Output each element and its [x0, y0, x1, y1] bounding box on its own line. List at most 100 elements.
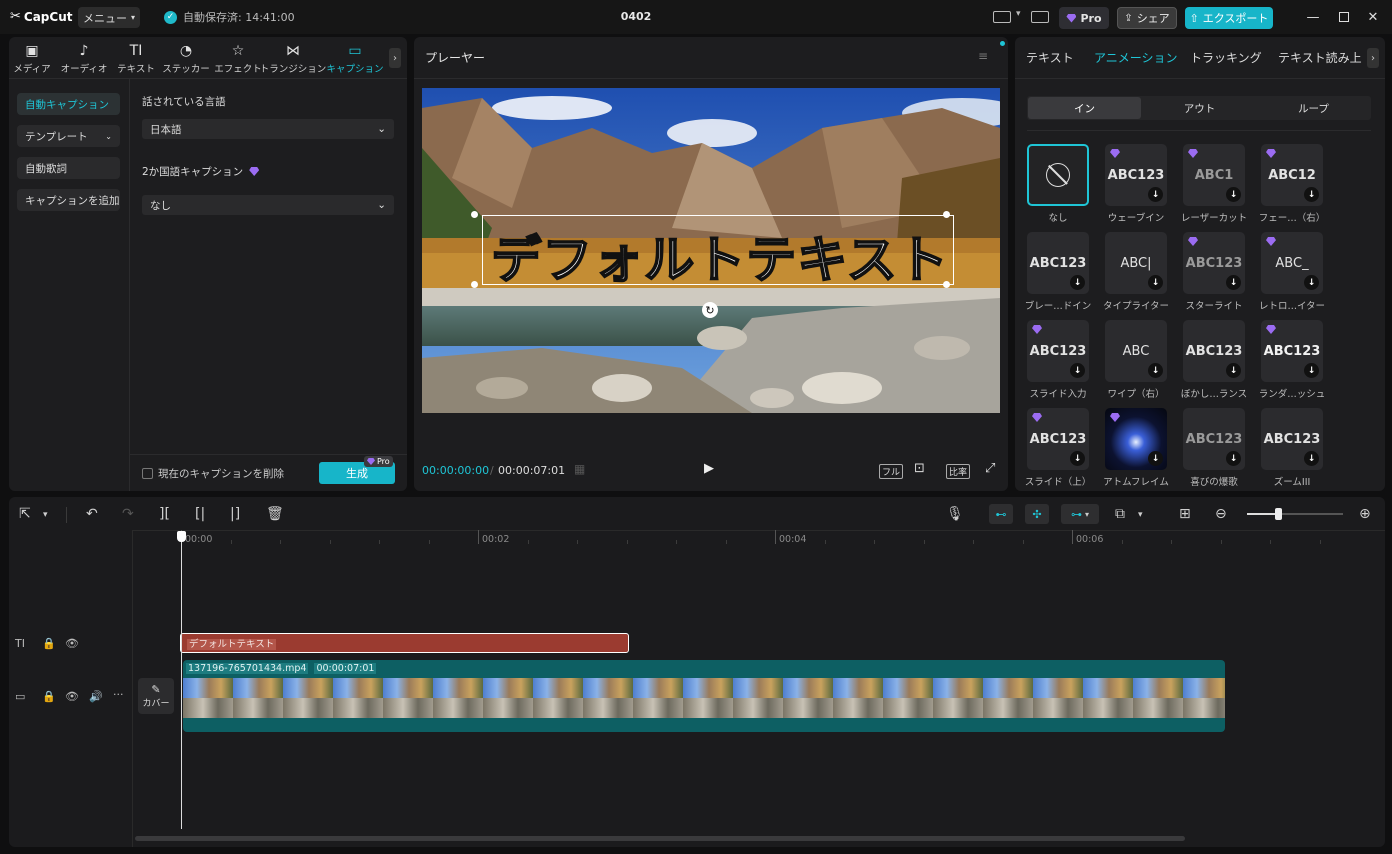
chevron-down-icon[interactable]: ▾ — [43, 510, 48, 520]
undo-icon[interactable]: ↶ — [86, 506, 98, 522]
bilingual-select[interactable]: なし ⌄ — [142, 195, 394, 215]
zoom-out-icon[interactable]: ⊖ — [1215, 506, 1227, 522]
effect-item[interactable]: ABC123 ↓ ズームIII — [1261, 408, 1323, 488]
effect-thumbnail[interactable]: ABC123 ↓ — [1183, 232, 1245, 294]
effect-item[interactable]: ABC123 ↓ 喜びの爆歌 — [1183, 408, 1245, 488]
tab-sticker[interactable]: ◔ ステッカー — [162, 43, 210, 75]
effect-item[interactable]: ABC123 ↓ スライド入力 — [1027, 320, 1089, 400]
tab-transition[interactable]: ⋈ トランジション — [260, 43, 327, 75]
chevron-down-icon[interactable]: ▾ — [1138, 510, 1143, 520]
side-auto-lyrics[interactable]: 自動歌詞 — [17, 157, 120, 179]
delete-caption-option[interactable]: 現在のキャプションを削除 — [142, 466, 284, 481]
ratio-button[interactable]: 比率 — [946, 464, 971, 479]
link-icon[interactable]: ⊶ ▾ — [1061, 504, 1099, 524]
tabs-next-button[interactable]: › — [1367, 48, 1379, 68]
tab-tracking[interactable]: トラッキング — [1190, 49, 1262, 66]
video-clip[interactable]: 137196-765701434.mp4 00:00:07:01 — [183, 660, 1225, 732]
trim-left-icon[interactable]: [| — [195, 506, 205, 522]
zoom-in-icon[interactable]: ⊕ — [1359, 506, 1371, 522]
download-icon[interactable]: ↓ — [1226, 275, 1241, 290]
split-icon[interactable]: ][ — [159, 506, 170, 522]
rotate-icon[interactable]: ↻ — [702, 302, 718, 318]
side-template[interactable]: テンプレート ⌄ — [17, 125, 120, 147]
main-track-magnet-icon[interactable]: ⊷ — [989, 504, 1013, 524]
effect-thumbnail[interactable]: ABC12 ↓ — [1261, 144, 1323, 206]
keyboard-icon[interactable] — [1031, 11, 1049, 23]
trim-right-icon[interactable]: |] — [230, 506, 240, 522]
resize-handle[interactable] — [471, 281, 478, 288]
effect-thumbnail[interactable]: ABC ↓ — [1105, 320, 1167, 382]
lock-icon[interactable]: 🔒 — [42, 637, 56, 650]
overlay-text[interactable]: デフォルトテキスト — [484, 220, 956, 292]
download-icon[interactable]: ↓ — [1070, 275, 1085, 290]
export-button[interactable]: ⇧ エクスポート — [1185, 7, 1273, 29]
chevron-down-icon[interactable]: ▾ — [1016, 9, 1021, 19]
effect-thumbnail[interactable]: ABC123 ↓ — [1105, 144, 1167, 206]
download-icon[interactable]: ↓ — [1148, 451, 1163, 466]
fullscreen-icon[interactable]: ⤢ — [985, 461, 995, 476]
preview-axis-icon[interactable]: ⧉ — [1115, 506, 1125, 522]
download-icon[interactable]: ↓ — [1070, 451, 1085, 466]
text-clip[interactable]: デフォルトテキスト — [180, 633, 629, 653]
full-quality-button[interactable]: フル — [879, 464, 904, 479]
download-icon[interactable]: ↓ — [1226, 451, 1241, 466]
microphone-icon[interactable]: 🎙 — [946, 506, 964, 522]
tab-audio[interactable]: ♪ オーディオ — [58, 43, 110, 75]
segment-out[interactable]: アウト — [1143, 97, 1256, 119]
effect-item[interactable]: ABC123 ↓ スターライト — [1183, 232, 1245, 312]
zoom-slider[interactable] — [1247, 513, 1343, 515]
side-auto-caption[interactable]: 自動キャプション — [17, 93, 120, 115]
effect-thumbnail[interactable]: ABC123 ↓ — [1027, 232, 1089, 294]
zoom-fit-icon[interactable]: ⊞ — [1179, 506, 1191, 522]
eye-icon[interactable]: 👁 — [65, 690, 79, 703]
effect-item[interactable]: ABC123 ↓ ブレー…ドイン — [1025, 232, 1091, 312]
effect-thumbnail[interactable]: ABC123 ↓ — [1261, 408, 1323, 470]
effect-item[interactable]: ABC123 ↓ ウェーブイン — [1105, 144, 1167, 224]
effect-item[interactable]: ↓ アトムフレイム — [1103, 408, 1169, 488]
redo-icon[interactable]: ↷ — [122, 506, 134, 522]
effect-item[interactable]: ABC1 ↓ レーザーカット — [1181, 144, 1247, 224]
hamburger-icon[interactable]: ≡ — [978, 49, 988, 63]
select-tool-icon[interactable]: ⇱ — [19, 506, 31, 522]
segment-loop[interactable]: ループ — [1257, 97, 1370, 119]
zoom-slider-handle[interactable] — [1275, 508, 1282, 520]
effect-item[interactable]: ABC12 ↓ フェー…（右） — [1259, 144, 1325, 224]
close-icon[interactable]: ✕ — [1365, 9, 1381, 25]
effect-thumbnail[interactable]: ABC123 ↓ — [1183, 408, 1245, 470]
segment-in[interactable]: イン — [1028, 97, 1141, 119]
download-icon[interactable]: ↓ — [1226, 363, 1241, 378]
video-preview[interactable]: デフォルトテキスト ↻ — [422, 88, 1000, 413]
effect-thumbnail[interactable]: ABC123 ↓ — [1183, 320, 1245, 382]
volume-icon[interactable]: 🔊 — [89, 690, 103, 703]
eye-icon[interactable]: 👁 — [65, 637, 79, 650]
effect-item[interactable]: なし — [1027, 144, 1089, 224]
effect-thumbnail[interactable]: ABC1 ↓ — [1183, 144, 1245, 206]
effect-thumbnail[interactable]: ABC_ ↓ — [1261, 232, 1323, 294]
cover-button[interactable]: ✎ カバー — [138, 678, 174, 714]
download-icon[interactable]: ↓ — [1304, 451, 1319, 466]
effect-thumbnail[interactable] — [1027, 144, 1089, 206]
grid-icon[interactable]: ▦ — [574, 462, 585, 476]
pro-button[interactable]: Pro — [1059, 7, 1109, 29]
download-icon[interactable]: ↓ — [1148, 275, 1163, 290]
tab-text-to-speech[interactable]: テキスト読み上 — [1278, 49, 1362, 66]
download-icon[interactable]: ↓ — [1226, 187, 1241, 202]
project-name[interactable]: 0402 — [600, 10, 672, 23]
playhead[interactable] — [181, 537, 182, 829]
download-icon[interactable]: ↓ — [1148, 187, 1163, 202]
effect-item[interactable]: ABC_ ↓ レトロ…イター — [1259, 232, 1325, 312]
effect-thumbnail[interactable]: ABC123 ↓ — [1027, 320, 1089, 382]
download-icon[interactable]: ↓ — [1148, 363, 1163, 378]
minimize-icon[interactable]: — — [1305, 9, 1321, 25]
horizontal-scrollbar[interactable] — [135, 836, 1185, 841]
side-add-caption[interactable]: キャプションを追加 — [17, 189, 120, 211]
effect-item[interactable]: ABC123 ↓ ランダ…ッシュ — [1259, 320, 1325, 400]
playhead-handle[interactable] — [177, 531, 186, 542]
resize-handle[interactable] — [943, 211, 950, 218]
effect-thumbnail[interactable]: ABC| ↓ — [1105, 232, 1167, 294]
layout-icon[interactable] — [993, 11, 1011, 23]
menu-button[interactable]: メニュー ▾ — [78, 7, 140, 28]
tab-media[interactable]: ▣ メディア — [13, 43, 51, 75]
tab-effect[interactable]: ☆ エフェクト — [214, 43, 262, 75]
delete-icon[interactable]: 🗑 — [266, 506, 284, 522]
